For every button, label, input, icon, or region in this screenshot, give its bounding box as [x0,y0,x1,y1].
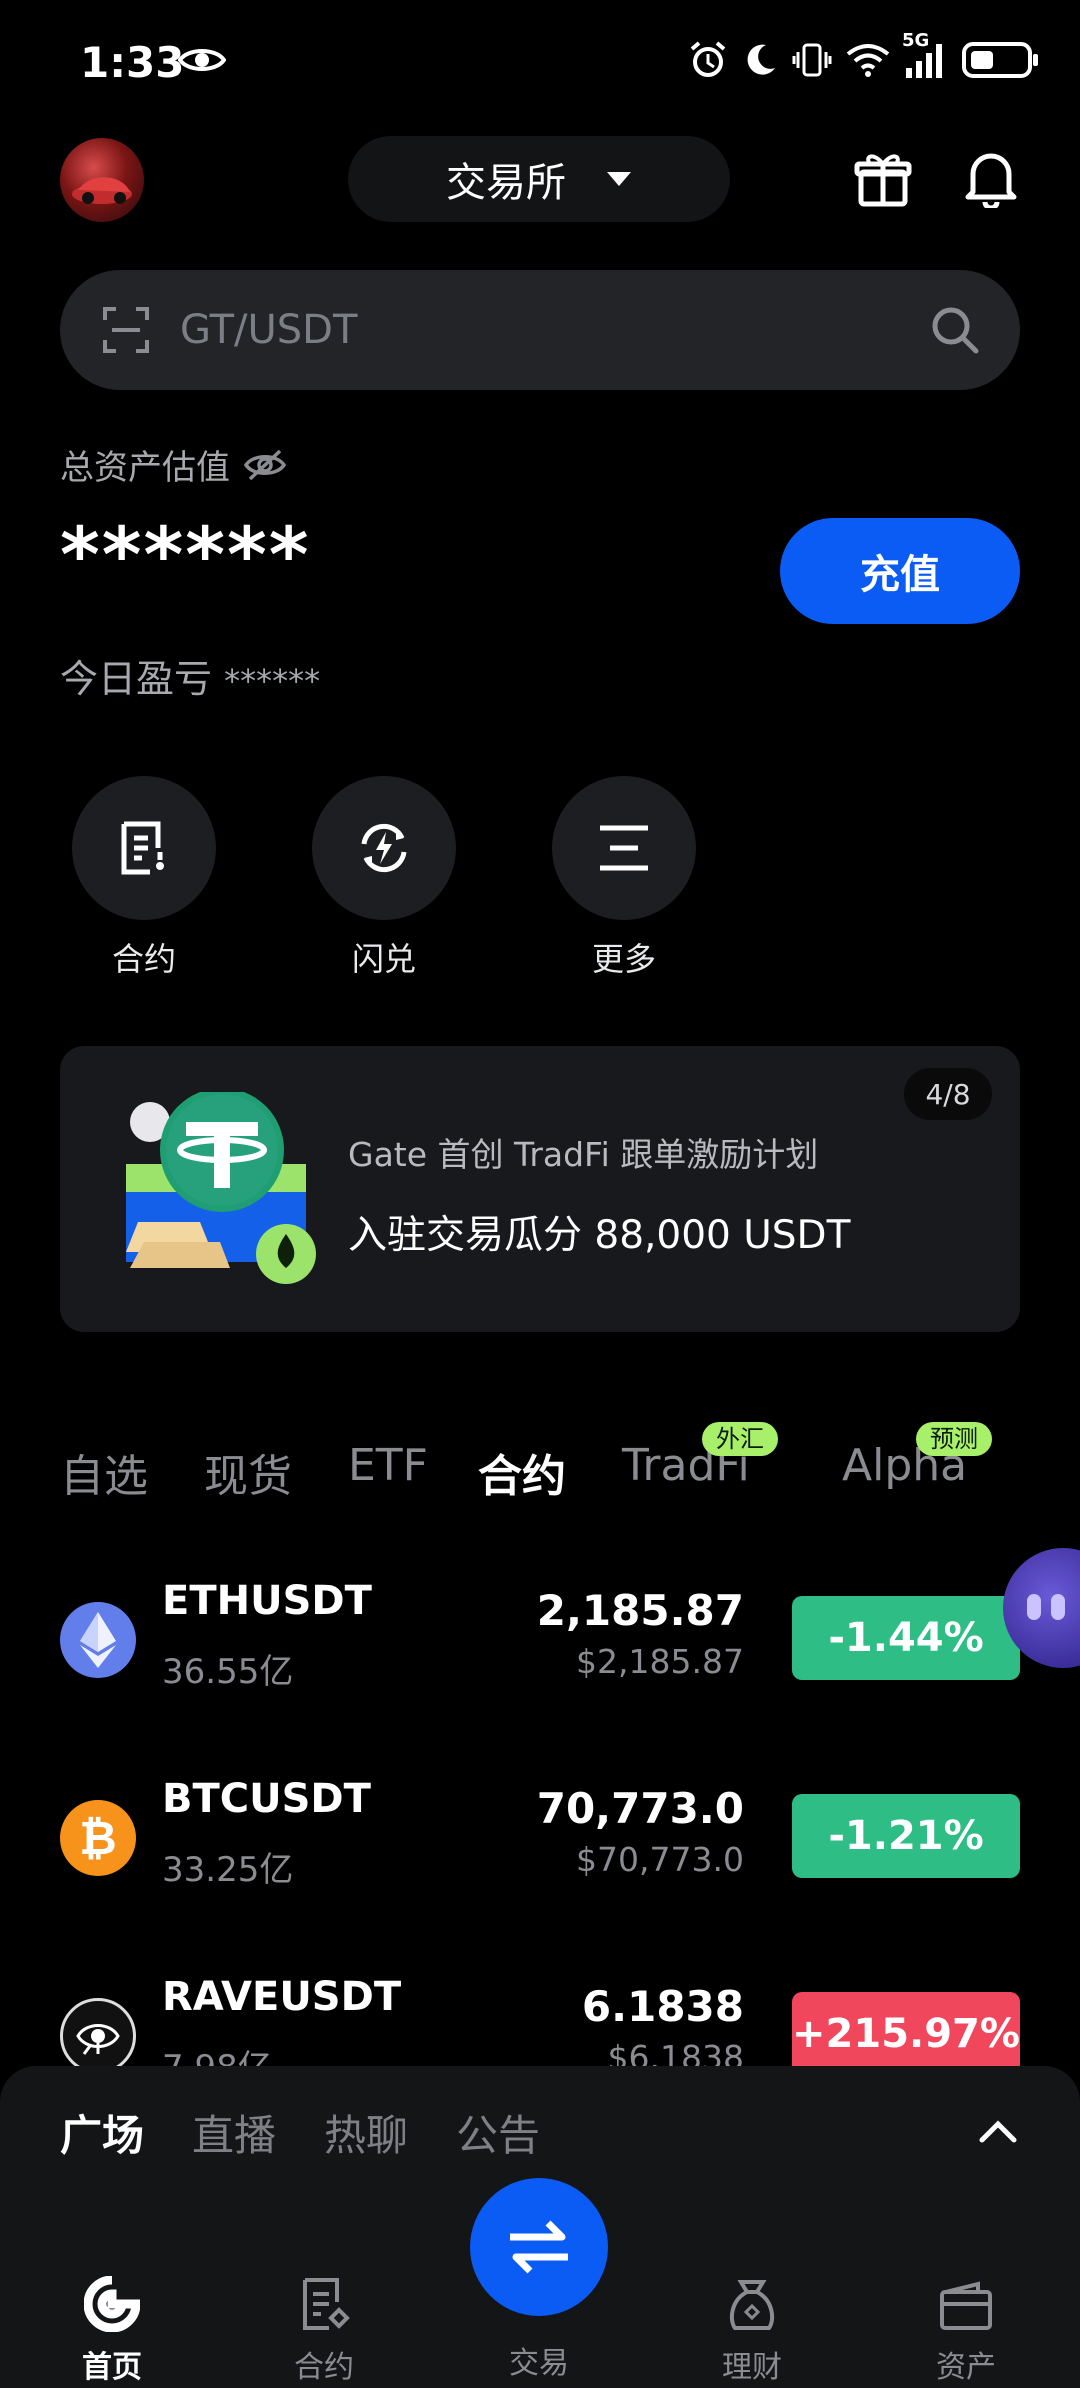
scan-icon[interactable] [102,306,150,354]
banner-pager: 4/8 [904,1068,992,1120]
quick-action-more[interactable]: 更多 [552,776,696,980]
tradfi-badge: 外汇 [702,1422,778,1456]
alpha-badge: 预测 [916,1422,992,1456]
change-badge[interactable]: +215.97% [792,1992,1020,2076]
status-time: 1:33 [80,38,185,87]
pnl-value: ****** [224,662,321,700]
wallet-icon [896,2270,1036,2332]
nav-contract[interactable]: 合约 [254,2270,394,2386]
more-icon [552,776,696,920]
search-input[interactable]: GT/USDT [180,307,930,353]
banner-title: 入驻交易瓜分 88,000 USDT [348,1213,851,1258]
gift-icon[interactable] [854,150,912,208]
exchange-label: 交易所 [446,160,566,206]
change-badge[interactable]: -1.21% [792,1794,1020,1878]
market-row-btc[interactable]: ₿ BTCUSDT 33.25亿 70,773.0 $70,773.0 -1.2… [0,1766,1080,1906]
rave-icon [60,1998,136,2074]
change-badge[interactable]: -1.44% [792,1596,1020,1680]
exchange-selector[interactable]: 交易所 [348,136,730,222]
tether-illustration [120,1092,320,1292]
avatar[interactable] [60,138,144,222]
nav-label: 合约 [294,2350,354,2385]
volume: 33.25亿 [162,1850,294,1890]
total-assets-label: 总资产估值 [60,448,230,488]
usd-price: $2,185.87 [576,1642,744,1681]
trade-button[interactable] [470,2178,608,2316]
tab-favorites[interactable]: 自选 [60,1440,148,1504]
search-icon[interactable] [930,305,980,355]
bell-icon[interactable] [964,148,1018,208]
quick-action-label: 闪兑 [351,940,416,978]
search-bar[interactable]: GT/USDT [60,270,1020,390]
nav-home[interactable]: 首页 [42,2270,182,2386]
last-price: 6.1838 [581,1982,744,2031]
symbol: RAVEUSDT [162,1974,402,2020]
nav-finance[interactable]: 理财 [682,2270,822,2386]
nav-label: 首页 [82,2350,142,2385]
nav-assets[interactable]: 资产 [896,2270,1036,2386]
nav-label: 理财 [722,2350,782,2385]
contract-icon [72,776,216,920]
deposit-button[interactable]: 充值 [780,518,1020,624]
total-assets-label-row: 总资产估值 [60,440,286,489]
usd-price: $70,773.0 [576,1840,744,1879]
tab-etf[interactable]: ETF [348,1440,428,1491]
quick-action-label: 更多 [591,940,656,978]
last-price: 70,773.0 [536,1784,744,1833]
swap-arrows-icon [504,2217,574,2277]
caret-down-icon [606,171,632,187]
vibrate-icon [792,40,832,80]
eth-icon [60,1602,136,1678]
alarm-icon [688,40,728,80]
symbol: BTCUSDT [162,1776,371,1822]
tab-contract[interactable]: 合约 [478,1440,566,1504]
tab-spot[interactable]: 现货 [204,1440,292,1504]
sheet-tab-chat[interactable]: 热聊 [324,2102,408,2163]
volume: 36.55亿 [162,1652,294,1692]
finance-icon [682,2270,822,2332]
home-icon [42,2270,182,2332]
btc-icon: ₿ [60,1800,136,1876]
signal-icon: 5G [902,30,948,80]
quick-action-label: 合约 [111,940,176,978]
chevron-up-icon[interactable] [978,2118,1018,2144]
pnl-label: 今日盈亏 [60,657,213,701]
last-price: 2,185.87 [536,1586,744,1635]
total-assets-value: ****** [60,510,311,599]
wifi-icon [846,42,890,78]
moon-icon [742,42,778,78]
flash-swap-icon [312,776,456,920]
banner-subtitle: Gate 首创 TradFi 跟单激励计划 [348,1135,819,1174]
nav-label: 资产 [936,2350,996,2385]
battery-icon [962,40,1040,80]
assistant-eye [1051,1594,1065,1620]
symbol: ETHUSDT [162,1578,372,1624]
contract-nav-icon [254,2270,394,2332]
today-pnl: 今日盈亏 ****** [60,648,320,703]
eye-hidden-icon[interactable] [244,449,286,481]
sheet-tab-live[interactable]: 直播 [192,2102,276,2163]
assistant-eye [1027,1594,1041,1620]
nav-label-trade[interactable]: 交易 [470,2338,608,2382]
quick-action-flash-swap[interactable]: 闪兑 [312,776,456,980]
market-row-eth[interactable]: ETHUSDT 36.55亿 2,185.87 $2,185.87 -1.44% [0,1568,1080,1708]
network-type: 5G [902,30,930,51]
eye-status-icon [178,44,226,76]
quick-action-contract[interactable]: 合约 [72,776,216,980]
status-icons: 5G [688,30,1040,80]
promo-banner[interactable]: 4/8 Gate 首创 TradFi 跟单激励计划 入驻交易瓜分 88,000 … [60,1046,1020,1332]
sheet-tab-announcement[interactable]: 公告 [456,2102,540,2163]
sheet-tab-square[interactable]: 广场 [60,2102,144,2163]
